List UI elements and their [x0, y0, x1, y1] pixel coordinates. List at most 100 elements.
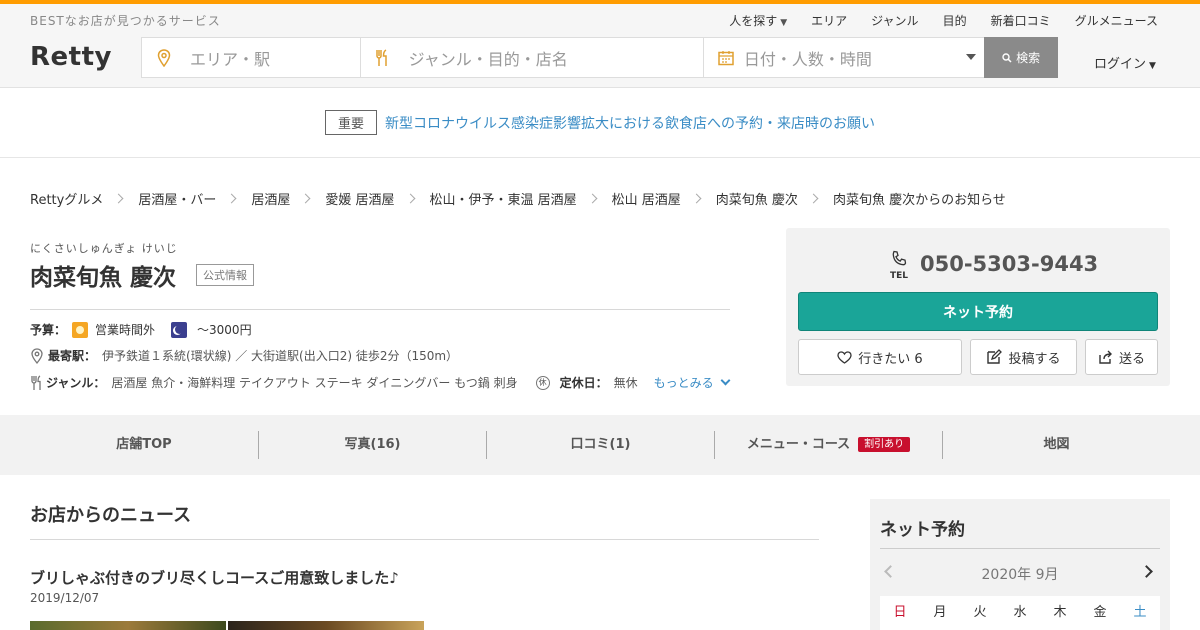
nav-item-purpose[interactable]: 目的 — [943, 12, 967, 29]
chevron-right-icon — [113, 193, 124, 204]
notice-tag: 重要 — [324, 110, 377, 135]
chevron-right-icon — [587, 193, 598, 204]
weekday-tue: 火 — [973, 605, 987, 620]
official-info-badge: 公式情報 — [196, 264, 254, 286]
heart-icon — [837, 350, 852, 364]
nav-item-new-reviews[interactable]: 新着口コミ — [991, 12, 1051, 29]
weekday-wed: 水 — [1013, 605, 1027, 620]
covid-notice-link[interactable]: 新型コロナウイルス感染症影響拡大における飲食店への予約・来店時のお願い — [385, 113, 875, 133]
chevron-right-icon — [226, 193, 237, 204]
tel-icon-label: TEL — [890, 271, 909, 281]
tab-menu-course[interactable]: メニュー・コース 割引あり — [714, 431, 942, 459]
news-post-title[interactable]: ブリしゃぶ付きのブリ尽くしコースご用意致しました♪ — [30, 567, 399, 588]
station-label: 最寄駅： — [48, 349, 97, 363]
weekday-sat: 土 — [1133, 605, 1147, 620]
weekday-sun: 日 — [893, 605, 907, 620]
discount-badge: 割引あり — [858, 437, 911, 452]
shop-tabs: 店舗TOP 写真(16) 口コミ(1) メニュー・コース 割引あり 地図 — [0, 415, 1200, 475]
news-section-title: お店からのニュース — [30, 505, 192, 526]
want-to-go-button[interactable]: 行きたい 6 — [798, 339, 962, 375]
nav-item-genre[interactable]: ジャンル — [871, 12, 918, 29]
weekday-fri: 金 — [1093, 605, 1107, 620]
weekday-thu: 木 — [1053, 605, 1067, 620]
site-header: BESTなお店が見つかるサービス 人を探す ▼ エリア ジャンル 目的 新着口コミ… — [0, 4, 1200, 88]
send-button[interactable]: 送る — [1085, 339, 1158, 375]
shop-name-furigana: にくさいしゅんぎょ けいじ — [30, 242, 178, 255]
area-search-field[interactable]: エリア・駅 — [142, 38, 361, 77]
location-pin-icon — [31, 347, 43, 364]
date-people-time-placeholder: 日付・人数・時間 — [743, 49, 872, 69]
caret-down-icon: ▼ — [780, 18, 788, 28]
budget-daytime: 営業時間外 — [95, 323, 156, 337]
moon-icon — [171, 321, 188, 338]
reservation-calendar: ネット予約 2020年 9月 日 月 火 水 木 金 土 — [870, 499, 1170, 630]
edit-icon — [987, 349, 1003, 364]
important-notice: 重要 新型コロナウイルス感染症影響拡大における飲食店への予約・来店時のお願い — [0, 88, 1200, 158]
budget-row: 予算： 営業時間外 ～3000円 — [30, 321, 252, 338]
breadcrumb-item[interactable]: 松山 居酒屋 — [612, 189, 681, 208]
location-pin-icon — [156, 49, 172, 71]
holiday-icon: 休 — [535, 375, 550, 390]
caret-down-icon: ▼ — [1149, 61, 1156, 71]
tab-shop-top[interactable]: 店舗TOP — [30, 431, 258, 459]
logo-text: Retty — [30, 42, 112, 72]
calendar-title: ネット予約 — [880, 520, 965, 540]
breadcrumb-item[interactable]: 愛媛 居酒屋 — [325, 189, 394, 208]
phone-number[interactable]: 050-5303-9443 — [920, 252, 1098, 276]
breadcrumb: Rettyグルメ 居酒屋・バー 居酒屋 愛媛 居酒屋 松山・伊予・東温 居酒屋 … — [30, 189, 1006, 208]
nearest-station-row: 最寄駅： 伊予鉄道１系統(環状線) ／ 大街道駅(出入口2) 徒歩2分（150m… — [30, 347, 458, 364]
divider — [30, 539, 819, 540]
area-search-placeholder: エリア・駅 — [190, 49, 271, 69]
breadcrumb-item[interactable]: 居酒屋・バー — [138, 189, 216, 208]
divider — [30, 309, 730, 310]
search-button-label: 検索 — [1016, 51, 1041, 65]
genre-search-field[interactable]: ジャンル・目的・店名 — [361, 38, 704, 77]
dropdown-caret-icon — [966, 54, 977, 60]
site-tagline: BESTなお店が見つかるサービス — [30, 14, 221, 28]
send-label: 送る — [1118, 351, 1145, 367]
date-people-time-select[interactable]: 日付・人数・時間 — [704, 38, 984, 77]
holiday-value: 無休 — [613, 376, 638, 390]
chevron-right-icon — [405, 193, 415, 204]
breadcrumb-item[interactable]: 肉菜旬魚 慶次 — [716, 189, 798, 208]
news-photo[interactable] — [30, 621, 226, 630]
show-more-link[interactable]: もっとみる — [653, 374, 731, 391]
chevron-right-icon — [808, 193, 819, 204]
genre-label: ジャンル： — [46, 376, 106, 390]
breadcrumb-item[interactable]: 居酒屋 — [251, 189, 290, 208]
login-menu[interactable]: ログイン ▼ — [1094, 53, 1156, 72]
news-photo[interactable] — [228, 621, 424, 630]
genre-search-placeholder: ジャンル・目的・店名 — [408, 49, 568, 69]
login-label: ログイン — [1094, 57, 1147, 72]
breadcrumb-item[interactable]: Rettyグルメ — [30, 189, 103, 208]
nav-label: 人を探す — [729, 14, 778, 28]
nav-item-find-people[interactable]: 人を探す ▼ — [705, 12, 787, 29]
tab-reviews[interactable]: 口コミ(1) — [486, 431, 714, 459]
chevron-down-icon — [720, 375, 731, 386]
genre-row: ジャンル： 居酒屋 魚介・海鮮料理 テイクアウト ステーキ ダイニングバー もつ… — [30, 374, 731, 391]
tab-label: メニュー・コース — [746, 437, 851, 452]
station-value: 伊予鉄道１系統(環状線) ／ 大街道駅(出入口2) 徒歩2分（150m） — [102, 349, 459, 363]
divider — [880, 548, 1160, 549]
calendar-icon — [718, 50, 734, 70]
breadcrumb-item[interactable]: 松山・伊予・東温 居酒屋 — [430, 189, 577, 208]
nav-item-area[interactable]: エリア — [811, 12, 847, 29]
tab-photos[interactable]: 写真(16) — [258, 431, 486, 459]
tab-map[interactable]: 地図 — [942, 431, 1170, 459]
budget-label: 予算： — [30, 323, 67, 337]
nav-item-gourmet-news[interactable]: グルメニュース — [1075, 12, 1158, 29]
retty-logo[interactable]: Retty — [30, 42, 112, 72]
breadcrumb-current: 肉菜旬魚 慶次からのお知らせ — [832, 193, 1006, 208]
net-reserve-button[interactable]: ネット予約 — [798, 292, 1158, 331]
genre-value: 居酒屋 魚介・海鮮料理 テイクアウト ステーキ ダイニングバー もつ鍋 刺身 — [111, 376, 518, 390]
shop-name: 肉菜旬魚 慶次 — [30, 265, 177, 291]
search-icon — [1002, 52, 1012, 63]
sun-icon — [72, 321, 89, 338]
budget-night: ～3000円 — [197, 323, 252, 337]
contact-panel: TEL 050-5303-9443 ネット予約 行きたい 6 投稿する 送る — [786, 228, 1170, 386]
post-review-button[interactable]: 投稿する — [970, 339, 1077, 375]
fork-knife-icon — [31, 374, 41, 390]
search-button[interactable]: 検索 — [984, 37, 1058, 78]
show-more-label: もっとみる — [653, 376, 714, 390]
search-bar: エリア・駅 ジャンル・目的・店名 日付・人数・時間 検索 — [141, 37, 1058, 78]
